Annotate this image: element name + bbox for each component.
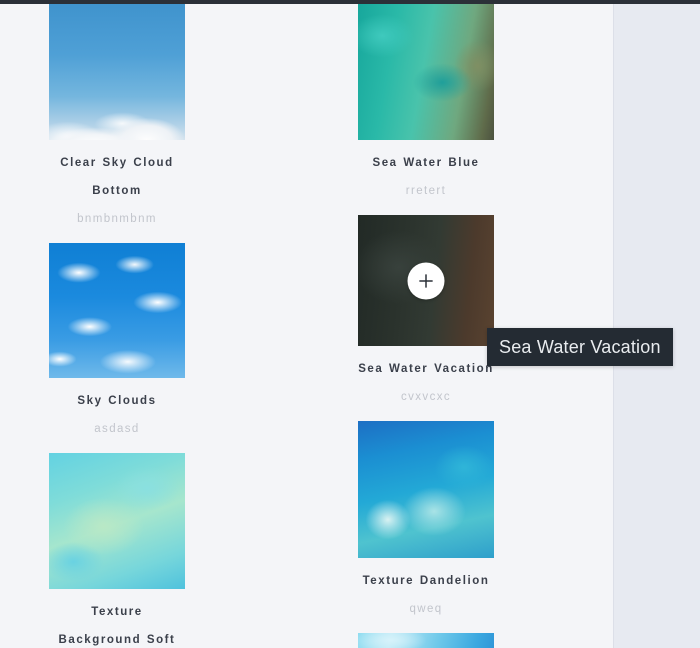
card-subtitle: rretert xyxy=(405,185,447,197)
gallery-column-left: Clear Sky Cloud Bottom bnmbnmbnm Sky Clo… xyxy=(0,4,307,648)
gallery-card-partial[interactable] xyxy=(358,633,494,648)
card-thumbnail[interactable] xyxy=(49,453,185,589)
card-title: Sky Clouds xyxy=(77,395,157,407)
card-thumbnail[interactable] xyxy=(358,4,494,140)
right-side-panel xyxy=(613,4,700,648)
gallery-card[interactable]: Sea Water Blue rretert xyxy=(358,4,494,205)
thumbnail-image-texture-background-soft xyxy=(49,453,185,589)
card-subtitle: qweq xyxy=(409,603,443,615)
thumbnail-image-partial xyxy=(358,633,494,648)
window-top-bar xyxy=(0,0,700,4)
app-root: Clear Sky Cloud Bottom bnmbnmbnm Sky Clo… xyxy=(0,0,700,648)
gallery-columns: Clear Sky Cloud Bottom bnmbnmbnm Sky Clo… xyxy=(0,4,613,648)
gallery-scroll-area[interactable]: Clear Sky Cloud Bottom bnmbnmbnm Sky Clo… xyxy=(0,4,613,648)
card-thumbnail[interactable] xyxy=(358,215,494,346)
gallery-card[interactable]: Texture Background Soft poipio xyxy=(49,453,185,648)
thumbnail-image-clear-sky-cloud-bottom xyxy=(49,4,185,140)
card-title: Sea Water Vacation xyxy=(358,363,494,375)
thumbnail-image-sky-clouds xyxy=(49,243,185,378)
card-thumbnail[interactable] xyxy=(358,633,494,648)
card-title: Texture Dandelion xyxy=(362,575,490,587)
card-thumbnail[interactable] xyxy=(49,243,185,378)
card-title: Sea Water Blue xyxy=(372,157,480,169)
card-subtitle: asdasd xyxy=(94,423,140,435)
thumbnail-image-sea-water-blue xyxy=(358,4,494,140)
gallery-card[interactable]: Texture Dandelion qweq xyxy=(358,421,494,623)
card-title: Texture Background Soft xyxy=(58,606,176,646)
card-title: Clear Sky Cloud Bottom xyxy=(60,157,174,197)
gallery-card[interactable]: Sky Clouds asdasd xyxy=(49,243,185,443)
card-subtitle: cvxvcxc xyxy=(400,391,452,403)
gallery-card[interactable]: Clear Sky Cloud Bottom bnmbnmbnm xyxy=(49,4,185,233)
thumbnail-image-texture-dandelion xyxy=(358,421,494,558)
add-image-button[interactable] xyxy=(407,262,445,299)
gallery-column-right: Sea Water Blue rretert Sea Water Vacatio… xyxy=(307,4,613,648)
plus-icon xyxy=(419,273,434,288)
hover-tooltip: Sea Water Vacation xyxy=(487,328,673,366)
card-thumbnail[interactable] xyxy=(49,4,185,140)
tooltip-label: Sea Water Vacation xyxy=(499,336,661,357)
card-thumbnail[interactable] xyxy=(358,421,494,558)
gallery-card-selected[interactable]: Sea Water Vacation cvxvcxc xyxy=(358,215,494,411)
card-subtitle: bnmbnmbnm xyxy=(77,213,157,225)
